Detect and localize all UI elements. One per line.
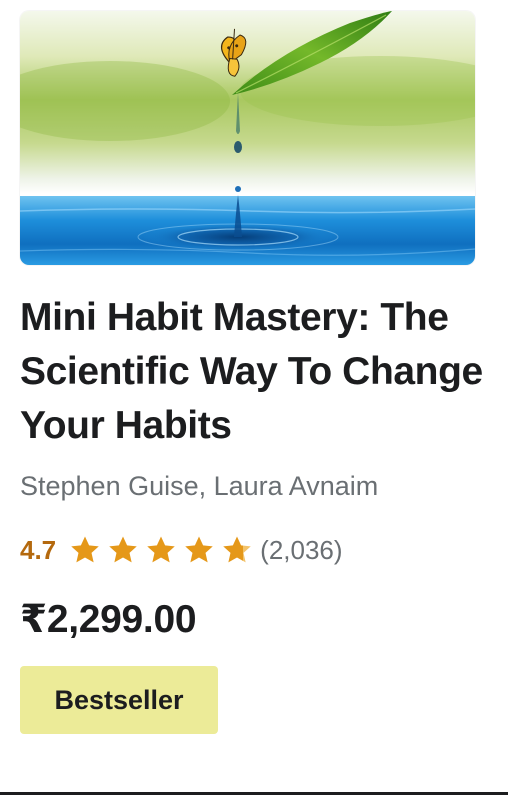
course-price: ₹2,299.00 [20, 598, 197, 641]
star-half-icon [223, 536, 251, 563]
course-thumbnail[interactable] [20, 11, 475, 265]
course-title[interactable]: Mini Habit Mastery: The Scientific Way T… [20, 291, 490, 453]
rating-value: 4.7 [20, 534, 57, 565]
star-icon [147, 536, 175, 563]
bestseller-badge: Bestseller [20, 666, 218, 734]
course-thumbnail-image [20, 11, 475, 265]
rating-stars [68, 533, 254, 567]
course-instructors: Stephen Guise, Laura Avnaim [20, 471, 379, 501]
star-icon [109, 536, 137, 563]
star-icon [185, 536, 213, 563]
course-card[interactable]: Mini Habit Mastery: The Scientific Way T… [0, 0, 508, 796]
divider [0, 792, 508, 795]
star-icon [71, 536, 99, 563]
badge-label: Bestseller [54, 684, 184, 715]
rating-row: 4.7 (2,036) [20, 530, 343, 570]
rating-count: (2,036) [260, 534, 343, 565]
